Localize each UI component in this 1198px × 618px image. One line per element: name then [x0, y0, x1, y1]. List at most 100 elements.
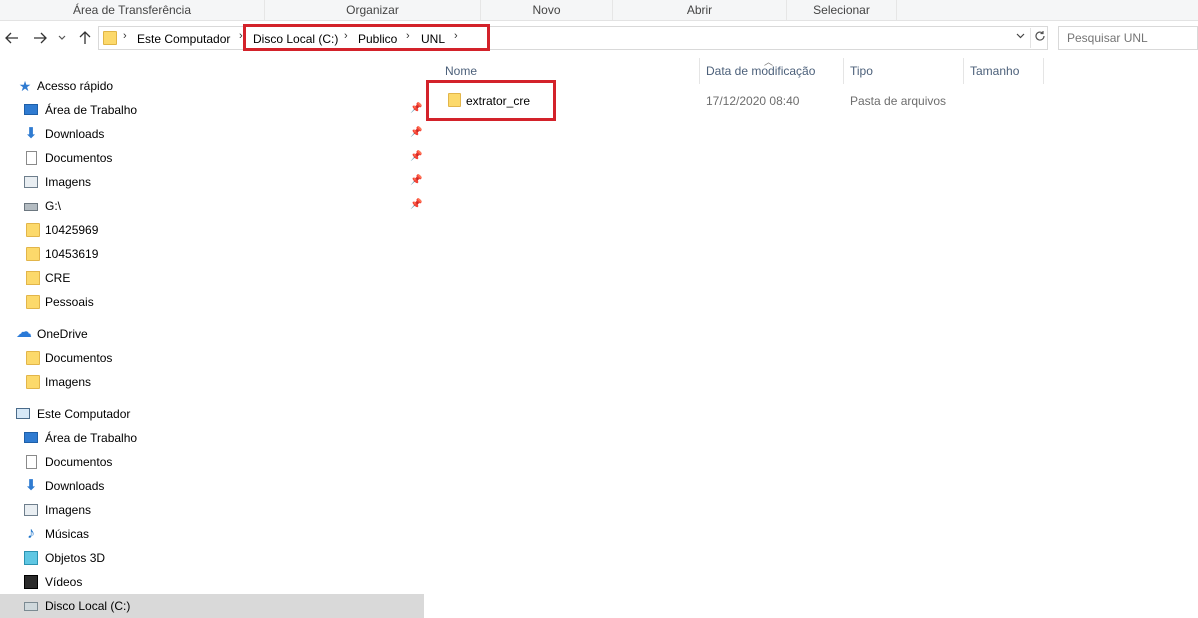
sidebar-item-label: Este Computador	[37, 407, 131, 421]
chevron-down-icon	[1016, 33, 1025, 39]
ribbon-group-new[interactable]: Novo	[481, 0, 613, 20]
column-header-type[interactable]: Tipo	[844, 58, 964, 84]
sidebar-item-label: Músicas	[45, 527, 90, 541]
pin-icon: 📌	[410, 151, 423, 162]
video-icon	[24, 575, 38, 589]
computer-icon	[16, 408, 30, 419]
arrow-up-icon	[79, 31, 91, 44]
ribbon-group-open[interactable]: Abrir	[613, 0, 787, 20]
file-type: Pasta de arquivos	[850, 94, 947, 108]
ribbon-group-select[interactable]: Selecionar	[787, 0, 897, 20]
sidebar-item-desktop[interactable]: Área de Trabalho 📌	[0, 98, 424, 122]
sidebar-item-label: Área de Trabalho	[45, 431, 138, 445]
sidebar-item-label: Downloads	[45, 127, 105, 141]
folder-icon	[103, 31, 117, 45]
network-drive-icon	[24, 203, 38, 211]
pin-icon: 📌	[410, 103, 423, 114]
sidebar-item-music[interactable]: ♪ Músicas	[0, 522, 424, 546]
file-modified: 17/12/2020 08:40	[706, 94, 800, 108]
column-header-modified[interactable]: Data de modificação	[700, 58, 844, 84]
address-history-dropdown[interactable]	[1016, 31, 1025, 42]
sidebar-item-cre[interactable]: CRE	[0, 266, 424, 290]
sidebar-item-label: OneDrive	[37, 327, 88, 341]
folder-icon	[26, 247, 40, 261]
sidebar-item-label: Acesso rápido	[37, 79, 114, 93]
sidebar-item-label: Imagens	[45, 175, 92, 189]
sidebar-item-10453619[interactable]: 10453619	[0, 242, 424, 266]
column-header-name[interactable]: Nome	[439, 58, 700, 84]
sidebar-item-local-disk[interactable]: Disco Local (C:)	[0, 594, 424, 618]
address-bar[interactable]: › Este Computador › Disco Local (C:) › P…	[98, 26, 1048, 50]
sidebar-item-pc-desktop[interactable]: Área de Trabalho	[0, 426, 424, 450]
music-icon: ♪	[27, 525, 35, 542]
sidebar-item-label: Imagens	[45, 375, 92, 389]
sidebar-item-label: Vídeos	[45, 575, 83, 589]
chevron-right-icon: ›	[344, 30, 348, 42]
star-icon: ★	[18, 78, 32, 94]
sidebar-item-pessoais[interactable]: Pessoais	[0, 290, 424, 314]
refresh-button[interactable]	[1030, 28, 1048, 48]
sidebar-item-label: Área de Trabalho	[45, 103, 138, 117]
sidebar-item-pc-documents[interactable]: Documentos	[0, 450, 424, 474]
folder-icon	[26, 351, 40, 365]
sidebar-item-pc-images[interactable]: Imagens	[0, 498, 424, 522]
sidebar-item-label: CRE	[45, 271, 71, 285]
sidebar-item-label: G:\	[45, 199, 62, 213]
breadcrumb-este-computador[interactable]: Este Computador	[137, 31, 230, 47]
sidebar-item-10425969[interactable]: 10425969	[0, 218, 424, 242]
sidebar-item-quick-access[interactable]: ★ Acesso rápido	[0, 74, 424, 98]
sidebar-item-label: Imagens	[45, 503, 92, 517]
back-button[interactable]	[2, 28, 22, 48]
file-list: ︿ Nome Data de modificação Tipo Tamanho …	[426, 57, 1198, 618]
folder-icon	[448, 93, 461, 107]
breadcrumb-disco-local[interactable]: Disco Local (C:)	[253, 31, 338, 47]
ribbon: Área de Transferência Organizar Novo Abr…	[0, 0, 1198, 21]
sidebar-item-pc-downloads[interactable]: ⬇ Downloads	[0, 474, 424, 498]
refresh-icon	[1034, 31, 1045, 41]
sidebar-item-label: Objetos 3D	[45, 551, 106, 565]
sidebar-item-label: Documentos	[45, 351, 113, 365]
desktop-icon	[24, 104, 38, 115]
sidebar-item-onedrive-images[interactable]: Imagens	[0, 370, 424, 394]
ribbon-group-organize[interactable]: Organizar	[265, 0, 481, 20]
column-header-size[interactable]: Tamanho	[964, 58, 1044, 84]
document-icon	[26, 151, 37, 165]
chevron-down-icon	[58, 35, 66, 40]
sidebar-item-images[interactable]: Imagens 📌	[0, 170, 424, 194]
cube-icon	[24, 551, 38, 565]
sidebar-item-g-drive[interactable]: G:\ 📌	[0, 194, 424, 218]
sidebar-item-downloads[interactable]: ⬇ Downloads 📌	[0, 122, 424, 146]
pin-icon: 📌	[410, 127, 423, 138]
arrow-right-icon	[34, 32, 47, 44]
folder-icon	[26, 295, 40, 309]
chevron-right-icon: ›	[239, 30, 243, 42]
file-row-extrator-cre[interactable]: extrator_cre 17/12/2020 08:40 Pasta de a…	[426, 88, 1066, 112]
sidebar-item-onedrive-documents[interactable]: Documentos	[0, 346, 424, 370]
chevron-right-icon: ›	[123, 30, 127, 42]
document-icon	[26, 455, 37, 469]
sidebar-item-videos[interactable]: Vídeos	[0, 570, 424, 594]
sidebar-item-onedrive[interactable]: ☁ OneDrive	[0, 322, 424, 346]
folder-icon	[26, 271, 40, 285]
sidebar-item-this-pc[interactable]: Este Computador	[0, 402, 424, 426]
pin-icon: 📌	[410, 175, 423, 186]
cloud-icon: ☁	[16, 324, 32, 341]
search-input[interactable]	[1058, 26, 1198, 50]
chevron-right-icon: ›	[454, 30, 458, 42]
folder-icon	[26, 223, 40, 237]
breadcrumb-unl[interactable]: UNL	[421, 31, 445, 47]
sidebar-item-label: Documentos	[45, 151, 113, 165]
forward-button[interactable]	[30, 28, 50, 48]
image-icon	[24, 176, 38, 188]
up-button[interactable]	[75, 28, 95, 48]
breadcrumb-publico[interactable]: Publico	[358, 31, 397, 47]
recent-locations-button[interactable]	[55, 28, 69, 48]
sidebar-item-label: 10453619	[45, 247, 99, 261]
sidebar-item-label: 10425969	[45, 223, 99, 237]
sidebar-item-documents[interactable]: Documentos 📌	[0, 146, 424, 170]
ribbon-group-clipboard[interactable]: Área de Transferência	[0, 0, 265, 20]
arrow-left-icon	[5, 32, 18, 44]
sidebar-item-3d-objects[interactable]: Objetos 3D	[0, 546, 424, 570]
download-icon: ⬇	[24, 477, 38, 494]
folder-icon	[26, 375, 40, 389]
